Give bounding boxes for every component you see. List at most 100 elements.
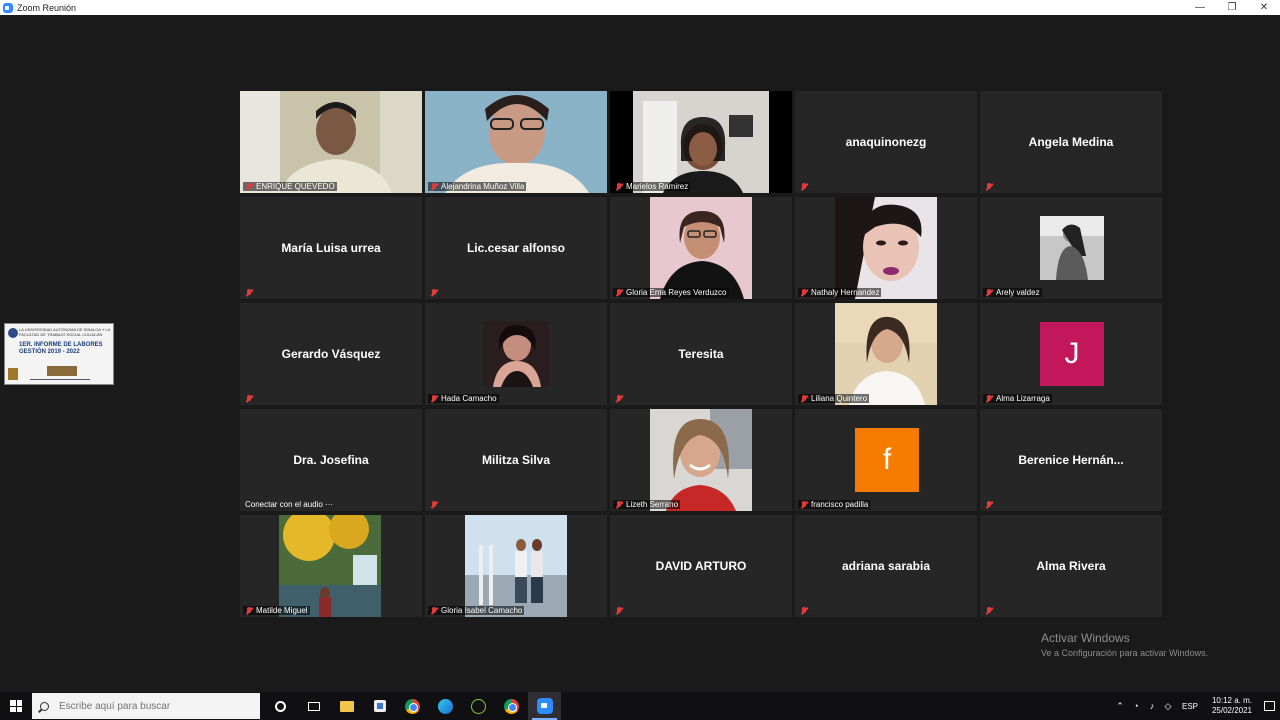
input-language[interactable]: ESP — [1182, 702, 1198, 711]
chrome-button[interactable] — [396, 692, 429, 720]
participant-tile[interactable]: Lizeth Serrano — [610, 409, 792, 511]
zoom-taskbar-button[interactable] — [528, 692, 561, 720]
windows-taskbar: ⌃ ◔ ♪ ◇ ESP 10:12 a. m. 25/02/2021 — [0, 692, 1280, 720]
close-button[interactable]: ✕ — [1248, 0, 1280, 15]
participant-tile[interactable]: J Alma Lizarraga — [980, 303, 1162, 405]
participant-tile[interactable]: Gloria Isabel Camacho — [425, 515, 607, 617]
muted-microphone-icon — [615, 182, 623, 191]
share-photo — [47, 366, 77, 376]
participant-name: Matilde Miguel — [256, 606, 308, 615]
faculty-seal-icon — [8, 368, 18, 380]
muted-microphone-icon — [615, 395, 623, 403]
participant-tile[interactable]: ENRIQUE QUEVEDO — [240, 91, 422, 193]
minimize-button[interactable]: — — [1184, 0, 1216, 15]
taskbar-search-box[interactable] — [32, 693, 260, 719]
participant-name: Alejandrina Muñoz Villa — [441, 182, 525, 191]
participant-tile[interactable]: Dra. Josefina Conectar con el audio ··· — [240, 409, 422, 511]
start-button[interactable] — [0, 692, 32, 720]
participant-tile[interactable]: Hada Camacho — [425, 303, 607, 405]
muted-microphone-icon — [615, 500, 623, 509]
participant-tile[interactable]: Berenice Hernán... — [980, 409, 1162, 511]
screen-share-thumbnail[interactable]: LA UNIVERSIDAD AUTÓNOMA DE SINALOA Y LA … — [4, 323, 114, 385]
participant-name: Marielos Ramirez — [626, 182, 689, 191]
participant-tile[interactable]: Nathaly Hernandez — [795, 197, 977, 299]
taskbar-clock[interactable]: 10:12 a. m. 25/02/2021 — [1206, 696, 1258, 716]
participant-label: Alma Lizarraga — [983, 394, 1052, 403]
participant-photo — [483, 321, 549, 387]
participant-name: Lizeth Serrano — [626, 500, 679, 509]
participant-tile[interactable]: Lic.cesar alfonso — [425, 197, 607, 299]
muted-microphone-icon — [430, 394, 438, 403]
action-center-button[interactable] — [1258, 701, 1280, 711]
participant-label — [798, 183, 813, 191]
participant-photo — [279, 515, 381, 617]
participant-video — [240, 91, 422, 193]
participant-tile[interactable]: Gloria Ema Reyes Verduzco — [610, 197, 792, 299]
muted-microphone-icon — [985, 288, 993, 297]
muted-microphone-icon — [800, 288, 808, 297]
share-heading-2: GESTIÓN 2019 - 2022 — [19, 349, 80, 355]
participant-label: Liliana Quintero — [798, 394, 870, 403]
edge-icon — [438, 698, 453, 714]
participant-label: Conectar con el audio ··· — [243, 500, 335, 509]
muted-microphone-icon — [245, 395, 253, 403]
muted-microphone-icon — [245, 606, 253, 615]
muted-microphone-icon — [615, 288, 623, 297]
participant-label: francisco padilla — [798, 500, 871, 509]
participant-display-name: Alma Rivera — [1036, 559, 1106, 573]
participant-tile[interactable]: f francisco padilla — [795, 409, 977, 511]
participant-tile[interactable]: Militza Silva — [425, 409, 607, 511]
participant-tile[interactable]: Matilde Miguel — [240, 515, 422, 617]
participant-photo — [835, 197, 937, 299]
participant-name: ENRIQUE QUEVEDO — [256, 182, 335, 191]
muted-microphone-icon — [245, 182, 253, 191]
pen-app-button[interactable] — [462, 692, 495, 720]
muted-microphone-icon — [800, 607, 808, 615]
file-explorer-button[interactable] — [330, 692, 363, 720]
dropbox-icon[interactable]: ◇ — [1160, 701, 1176, 712]
participant-label: Matilde Miguel — [243, 606, 310, 615]
chrome-icon — [504, 698, 519, 714]
participant-tile[interactable]: adriana sarabia — [795, 515, 977, 617]
participant-photo — [1040, 216, 1104, 280]
edge-button[interactable] — [429, 692, 462, 720]
participant-tile[interactable]: María Luisa urrea — [240, 197, 422, 299]
participant-tile[interactable]: Alejandrina Muñoz Villa — [425, 91, 607, 193]
participant-tile[interactable]: anaquinonezg — [795, 91, 977, 193]
volume-icon[interactable]: ♪ — [1144, 701, 1160, 711]
participant-tile[interactable]: DAVID ARTURO — [610, 515, 792, 617]
participant-tile[interactable]: Marielos Ramirez — [610, 91, 792, 193]
participant-tile[interactable]: Arely valdez — [980, 197, 1162, 299]
participant-label — [428, 289, 443, 297]
participant-display-name: Angela Medina — [1028, 135, 1114, 149]
participant-label — [798, 607, 813, 615]
participant-tile[interactable]: Alma Rivera — [980, 515, 1162, 617]
activate-windows-watermark: Activar Windows Ve a Configuración para … — [1041, 631, 1208, 658]
cortana-button[interactable] — [264, 692, 297, 720]
participant-tile[interactable]: Angela Medina — [980, 91, 1162, 193]
clock-date: 25/02/2021 — [1211, 706, 1253, 715]
task-view-button[interactable] — [297, 692, 330, 720]
meeting-stage: LA UNIVERSIDAD AUTÓNOMA DE SINALOA Y LA … — [0, 15, 1280, 692]
participant-tile[interactable]: Liliana Quintero — [795, 303, 977, 405]
muted-microphone-icon — [985, 394, 993, 403]
participant-tile[interactable]: Gerardo Vásquez — [240, 303, 422, 405]
participant-photo — [465, 515, 567, 617]
network-icon[interactable]: ◔ — [1128, 701, 1144, 711]
store-button[interactable] — [363, 692, 396, 720]
clock-time: 10:12 a. m. — [1211, 696, 1253, 705]
participant-photo — [650, 409, 752, 511]
notification-icon — [1263, 701, 1275, 711]
participant-name: Alma Lizarraga — [996, 394, 1050, 403]
participant-photo — [835, 303, 937, 405]
search-icon — [40, 701, 49, 711]
participant-label: Gloria Ema Reyes Verduzco — [613, 288, 729, 297]
chrome-profile-button[interactable] — [495, 692, 528, 720]
show-hidden-icons-icon[interactable]: ⌃ — [1112, 701, 1128, 712]
store-icon — [373, 700, 386, 712]
search-input[interactable] — [59, 700, 239, 712]
participant-tile[interactable]: Teresita — [610, 303, 792, 405]
restore-button[interactable]: ❐ — [1216, 0, 1248, 15]
muted-microphone-icon — [985, 501, 993, 509]
muted-microphone-icon — [615, 607, 623, 615]
